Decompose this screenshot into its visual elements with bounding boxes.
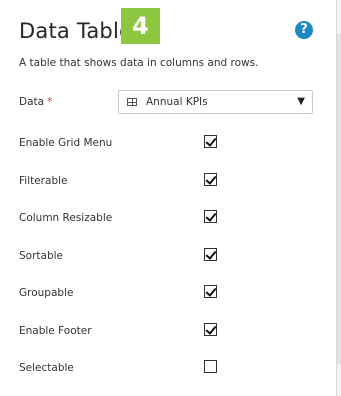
option-label: Enable Footer bbox=[19, 324, 92, 337]
option-checkbox[interactable] bbox=[204, 247, 217, 261]
data-field-label: Data * bbox=[19, 96, 52, 108]
help-icon[interactable]: ? bbox=[295, 21, 313, 39]
step-badge: 4 bbox=[121, 8, 160, 44]
table-icon bbox=[127, 98, 137, 106]
option-checkbox[interactable] bbox=[204, 322, 217, 336]
panel-description: A table that shows data in columns and r… bbox=[19, 57, 259, 69]
option-row: Column Resizable bbox=[19, 208, 319, 228]
option-row: Groupable bbox=[19, 283, 319, 303]
option-label: Filterable bbox=[19, 174, 68, 187]
required-marker: * bbox=[47, 96, 53, 108]
option-checkbox[interactable] bbox=[204, 172, 217, 186]
scrollbar[interactable] bbox=[337, 0, 341, 396]
scrollbar-thumb[interactable] bbox=[337, 34, 341, 364]
option-checkbox[interactable] bbox=[204, 360, 217, 373]
panel-title: Data Table bbox=[19, 19, 133, 43]
option-checkbox[interactable] bbox=[204, 135, 217, 148]
option-label: Column Resizable bbox=[19, 212, 113, 224]
option-label: Enable Grid Menu bbox=[19, 137, 113, 149]
option-row: Sortable bbox=[19, 246, 319, 266]
option-row: Selectable bbox=[19, 358, 319, 378]
chevron-down-icon: ▼ bbox=[297, 96, 305, 107]
data-field-label-text: Data bbox=[19, 96, 45, 108]
option-checkbox[interactable] bbox=[204, 285, 217, 298]
option-label: Sortable bbox=[19, 249, 63, 262]
data-source-value: Annual KPIs bbox=[146, 96, 208, 108]
option-checkbox[interactable] bbox=[204, 210, 217, 223]
option-row: Filterable bbox=[19, 171, 319, 191]
option-label: Groupable bbox=[19, 287, 74, 299]
option-label: Selectable bbox=[19, 362, 74, 374]
data-source-select[interactable]: Annual KPIs ▼ bbox=[118, 90, 313, 114]
widget-settings-panel: Data Table 4 ? A table that shows data i… bbox=[0, 0, 337, 396]
option-row: Enable Grid Menu bbox=[19, 133, 319, 153]
option-row: Enable Footer bbox=[19, 321, 319, 341]
